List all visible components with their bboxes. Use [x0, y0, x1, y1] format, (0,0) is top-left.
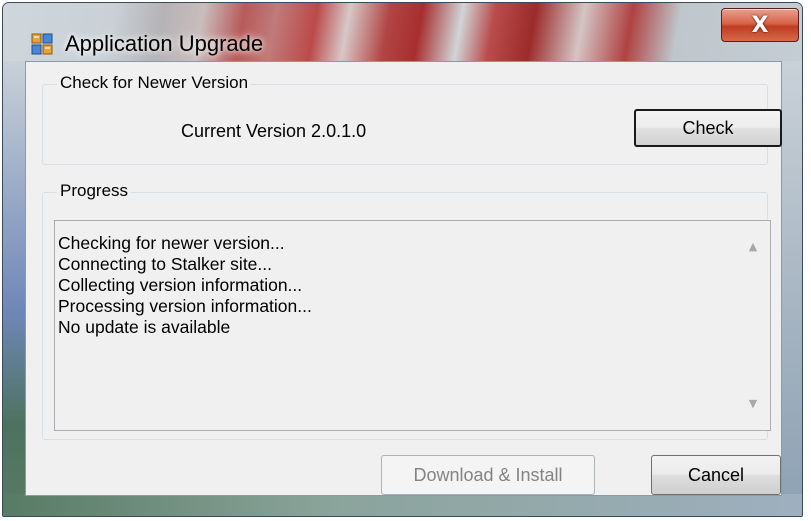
log-line: Collecting version information...: [58, 275, 303, 295]
window-frame-left: [3, 61, 25, 516]
cancel-button-label: Cancel: [687, 464, 745, 485]
application-window-icon: [31, 33, 53, 55]
download-install-button[interactable]: Download & Install: [381, 455, 595, 495]
progress-legend: Progress: [57, 181, 132, 201]
log-line: Checking for newer version...: [58, 233, 285, 253]
scroll-up-arrow-icon[interactable]: ▲: [746, 240, 760, 253]
close-icon: X: [751, 12, 769, 38]
check-button[interactable]: Check: [634, 109, 782, 147]
log-vertical-scrollbar[interactable]: ▲ ▼: [736, 221, 770, 430]
check-button-label: Check: [682, 117, 734, 138]
application-upgrade-window: Application Upgrade X Check for Newer Ve…: [2, 2, 803, 517]
log-line: Processing version information...: [58, 296, 312, 316]
download-install-label: Download & Install: [413, 464, 563, 485]
check-version-legend: Check for Newer Version: [57, 73, 252, 93]
current-version-label: Current Version 2.0.1.0: [181, 121, 367, 141]
close-button[interactable]: X: [721, 8, 799, 42]
window-frame-right: [780, 61, 802, 516]
log-line: No update is available: [58, 317, 231, 337]
window-title: Application Upgrade: [65, 31, 264, 56]
dialog-client-area: Check for Newer Version Current Version …: [25, 61, 782, 496]
cancel-button[interactable]: Cancel: [651, 455, 781, 495]
progress-log-lines: Checking for newer version... Connecting…: [58, 233, 730, 338]
scroll-down-arrow-icon[interactable]: ▼: [746, 397, 760, 410]
log-line: Connecting to Stalker site...: [58, 254, 272, 274]
window-frame-bottom: [3, 494, 802, 516]
title-bar[interactable]: Application Upgrade X: [3, 3, 802, 61]
progress-log-textbox[interactable]: Checking for newer version... Connecting…: [54, 220, 771, 431]
